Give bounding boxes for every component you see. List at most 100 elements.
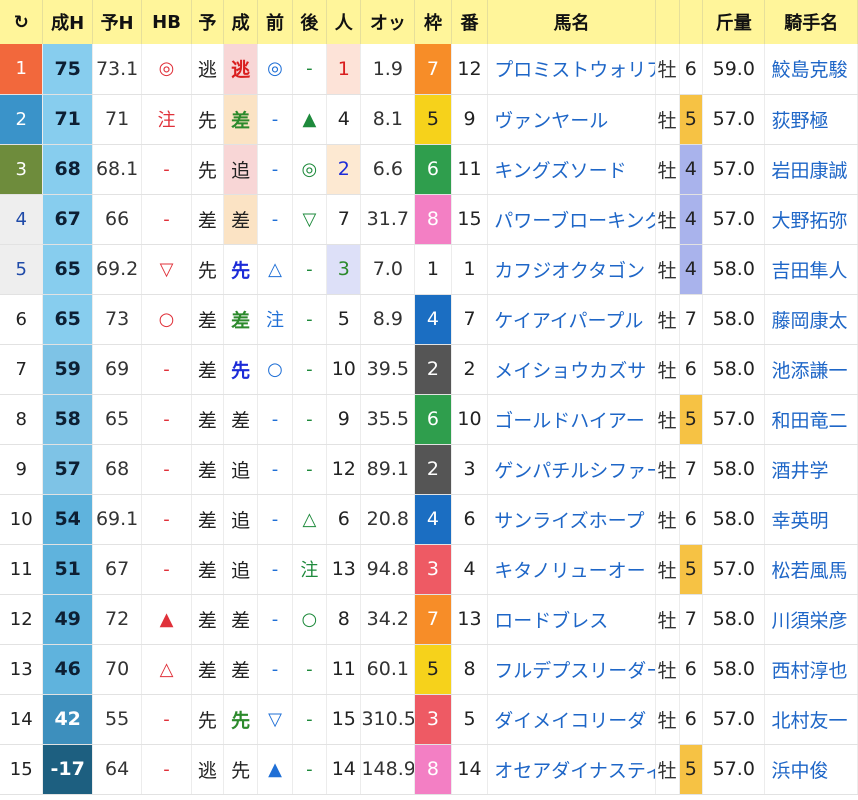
kin-cell: 57.0 (702, 744, 766, 795)
col-header-ninki[interactable]: 人 (326, 0, 362, 44)
jockey-name-link[interactable]: 吉田隼人 (764, 244, 858, 295)
jockey-name-link[interactable]: 西村淳也 (764, 644, 858, 695)
jockey-name-link[interactable]: 松若風馬 (764, 544, 858, 595)
predh-cell: 67 (92, 544, 143, 595)
table-row[interactable]: 12 49 72 ▲ 差差 - ○ 8 34.2 7 13 ロードブレス牡 7 58.0 川須栄彦 (0, 594, 858, 645)
yo-cell: 差 (191, 194, 224, 245)
horse-name-link[interactable]: ダイメイコリーダ (487, 694, 656, 745)
jockey-name-link[interactable]: 幸英明 (764, 494, 858, 545)
age-cell: 4 (679, 244, 704, 295)
sex-cell: 牡 (655, 94, 680, 145)
horse-name-link[interactable]: パワーブローキング (487, 194, 656, 245)
sei-cell: 差 (223, 644, 259, 695)
ninki-cell: 11 (326, 644, 362, 695)
table-row[interactable]: 6 65 73 ○ 差差注 -5 8.9 4 7 ケイアイパープル牡 7 58.0 藤岡康太 (0, 294, 858, 345)
col-header-hb[interactable]: HB (141, 0, 192, 44)
horse-name-link[interactable]: オセアダイナスティ (487, 744, 656, 795)
seih-cell: 46 (42, 644, 93, 695)
age-cell: 6 (679, 644, 704, 695)
odds-cell: 7.0 (360, 244, 416, 295)
hb-mark: 注 (141, 94, 192, 145)
col-header-seih[interactable]: 成H (42, 0, 93, 44)
table-row[interactable]: 7 59 69- 差先 ○ -10 39.5 2 2 メイショウカズサ牡 6 58.0 池添謙一 (0, 344, 858, 395)
table-row[interactable]: 9 57 68- 差追 - -12 89.1 2 3 ゲンパチルシファー牡 7 58.0 酒井学 (0, 444, 858, 495)
col-header-yo[interactable]: 予 (191, 0, 224, 44)
mae-mark: - (257, 394, 293, 445)
mae-mark: - (257, 194, 293, 245)
horse-name-link[interactable]: ロードブレス (487, 594, 656, 645)
seih-cell: 58 (42, 394, 93, 445)
age-cell: 6 (679, 344, 704, 395)
odds-cell: 8.1 (360, 94, 416, 145)
seih-cell: 42 (42, 694, 93, 745)
col-header-sex (655, 0, 680, 44)
col-header-mae[interactable]: 前 (257, 0, 293, 44)
table-row[interactable]: 8 58 65- 差差 - -9 35.5 6 10 ゴールドハイアー牡 5 57.0 和田竜二 (0, 394, 858, 445)
jockey-name-link[interactable]: 酒井学 (764, 444, 858, 495)
jockey-name-link[interactable]: 浜中俊 (764, 744, 858, 795)
jockey-name-link[interactable]: 和田竜二 (764, 394, 858, 445)
horse-name-link[interactable]: メイショウカズサ (487, 344, 656, 395)
col-header-jockey[interactable]: 騎手名 (764, 0, 858, 44)
jockey-name-link[interactable]: 藤岡康太 (764, 294, 858, 345)
sex-cell: 牡 (655, 344, 680, 395)
jockey-name-link[interactable]: 鮫島克駿 (764, 44, 858, 95)
predh-cell: 69.2 (92, 244, 143, 295)
horse-name-link[interactable]: プロミストウォリア (487, 44, 656, 95)
sex-cell: 牡 (655, 144, 680, 195)
horse-name-link[interactable]: ゴールドハイアー (487, 394, 656, 445)
seih-cell: 67 (42, 194, 93, 245)
horse-name-link[interactable]: キングズソード (487, 144, 656, 195)
jockey-name-link[interactable]: 荻野極 (764, 94, 858, 145)
table-row[interactable]: 5 65 69.2 ▽ 先先 △ -3 7.0 1 1 カフジオクタゴン牡 4 58.0 吉田隼人 (0, 244, 858, 295)
table-row[interactable]: 14 42 55- 先先 ▽ -15 310.5 3 5 ダイメイコリーダ牡 6 57.0 北村友一 (0, 694, 858, 745)
kin-cell: 58.0 (702, 494, 766, 545)
jockey-name-link[interactable]: 岩田康誠 (764, 144, 858, 195)
kin-cell: 57.0 (702, 94, 766, 145)
jockey-name-link[interactable]: 北村友一 (764, 694, 858, 745)
age-cell: 4 (679, 144, 704, 195)
col-header-name[interactable]: 馬名 (487, 0, 656, 44)
col-header-sei[interactable]: 成 (223, 0, 259, 44)
jockey-name-link[interactable]: 川須栄彦 (764, 594, 858, 645)
yo-cell: 差 (191, 444, 224, 495)
horse-name-link[interactable]: カフジオクタゴン (487, 244, 656, 295)
table-row[interactable]: 11 51 67- 差追 - 注 13 94.8 3 4 キタノリューオー牡 5 57.0 松若風馬 (0, 544, 858, 595)
horse-name-link[interactable]: ケイアイパープル (487, 294, 656, 345)
waku-badge: 8 (414, 744, 452, 795)
horse-name-link[interactable]: キタノリューオー (487, 544, 656, 595)
waku-badge: 5 (414, 644, 452, 695)
seih-cell: 65 (42, 294, 93, 345)
jockey-name-link[interactable]: 大野拓弥 (764, 194, 858, 245)
jockey-name-link[interactable]: 池添謙一 (764, 344, 858, 395)
table-row[interactable]: 15 -17 64- 逃先 ▲ -14 148.9 8 14 オセアダイナスティ牡 5 57.0 浜中俊 (0, 744, 858, 795)
ato-mark: ▽ (292, 194, 328, 245)
predh-cell: 68 (92, 444, 143, 495)
horse-name-link[interactable]: サンライズホープ (487, 494, 656, 545)
hb-mark: - (141, 344, 192, 395)
col-header-predh[interactable]: 予H (92, 0, 143, 44)
col-header-ban[interactable]: 番 (451, 0, 489, 44)
table-row[interactable]: 1 75 73.1 ◎ 逃逃 ◎ -1 1.9 7 12 プロミストウォリア牡 6 59.0 鮫島克駿 (0, 44, 858, 95)
col-header-odds[interactable]: オッ (360, 0, 416, 44)
ato-mark: - (292, 294, 328, 345)
table-row[interactable]: 2 71 71 注先差 - ▲ 4 8.1 5 9 ヴァンヤール牡 5 57.0 荻野極 (0, 94, 858, 145)
waku-badge: 6 (414, 394, 452, 445)
table-row[interactable]: 4 67 66- 差差 - ▽ 7 31.7 8 15 パワーブローキング牡 4 57.0 大野拓弥 (0, 194, 858, 245)
table-row[interactable]: 10 54 69.1- 差追 - △ 6 20.8 4 6 サンライズホープ牡 6 58.0 幸英明 (0, 494, 858, 545)
predh-cell: 64 (92, 744, 143, 795)
col-header-waku[interactable]: 枠 (414, 0, 452, 44)
horse-name-link[interactable]: ゲンパチルシファー (487, 444, 656, 495)
yo-cell: 差 (191, 644, 224, 695)
col-header-kin[interactable]: 斤量 (702, 0, 766, 44)
sex-cell: 牡 (655, 294, 680, 345)
col-header-ato[interactable]: 後 (292, 0, 328, 44)
horse-name-link[interactable]: ヴァンヤール (487, 94, 656, 145)
horse-name-link[interactable]: フルデプスリーダー (487, 644, 656, 695)
waku-badge: 2 (414, 444, 452, 495)
reload-icon[interactable]: ↻ (0, 0, 44, 44)
waku-badge: 7 (414, 594, 452, 645)
table-row[interactable]: 3 68 68.1- 先追 - ◎ 2 6.6 6 11 キングズソード牡 4 57.0 岩田康誠 (0, 144, 858, 195)
table-row[interactable]: 13 46 70 △ 差差 - -11 60.1 5 8 フルデプスリーダー牡 6 58.0 西村淳也 (0, 644, 858, 695)
ninki-cell: 3 (326, 244, 362, 295)
